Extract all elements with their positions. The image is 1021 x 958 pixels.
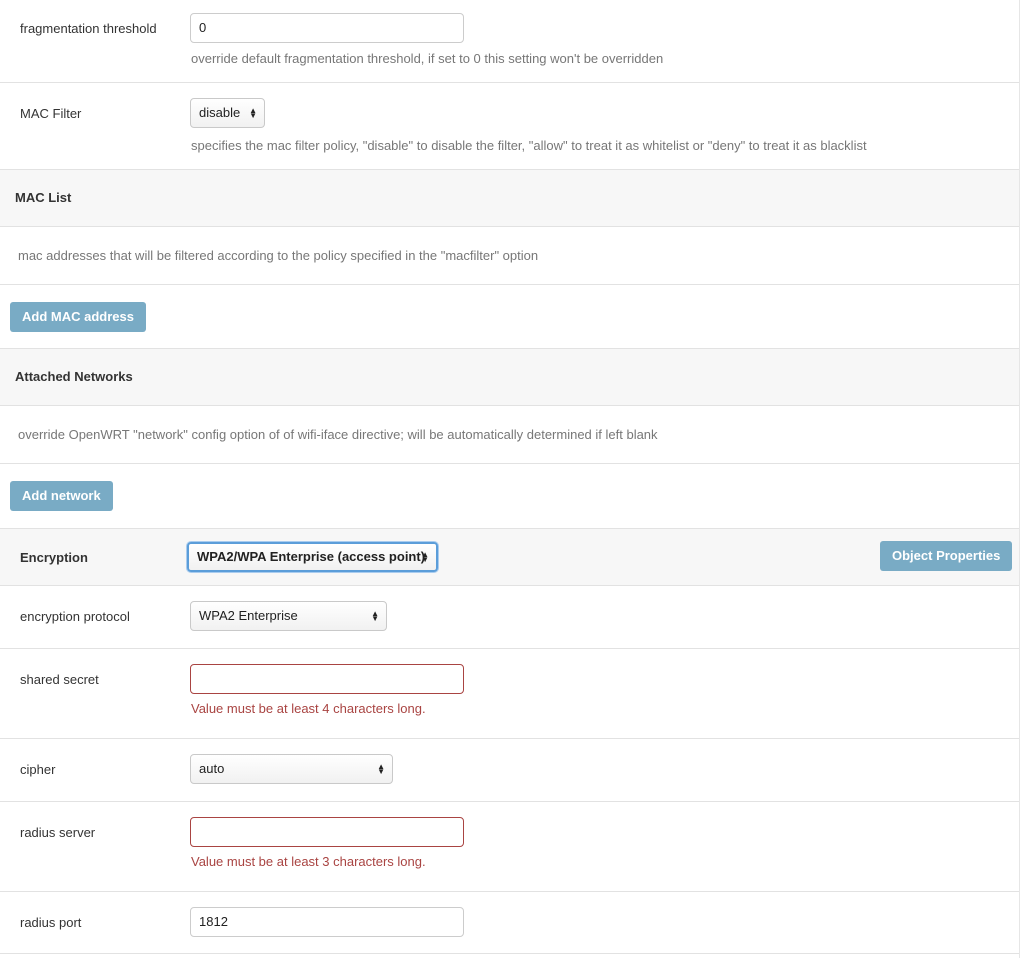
radius-port-input[interactable]: 1812	[190, 907, 464, 937]
encryption-protocol-select[interactable]: WPA2 Enterprise ▲ ▼	[190, 601, 387, 631]
cipher-value: auto	[199, 761, 225, 776]
select-arrows-icon: ▲ ▼	[371, 609, 379, 623]
select-arrows-icon: ▲ ▼	[377, 762, 385, 776]
attached-networks-help: override OpenWRT "network" config option…	[18, 427, 658, 442]
fragmentation-threshold-help: override default fragmentation threshold…	[191, 51, 664, 66]
mac-filter-row: MAC Filter disable ▲ ▼ specifies the mac …	[0, 83, 1019, 170]
attached-networks-add-row: Add network	[0, 464, 1019, 529]
object-properties-button[interactable]: Object Properties	[880, 541, 1013, 571]
mac-list-help-row: mac addresses that will be filtered acco…	[0, 227, 1019, 285]
mac-list-header: MAC List	[15, 190, 72, 205]
fragmentation-threshold-input[interactable]: 0	[190, 13, 464, 43]
form-page: fragmentation threshold 0 override defau…	[0, 0, 1020, 958]
radius-server-label: radius server	[20, 825, 96, 840]
radius-port-label: radius port	[20, 915, 82, 930]
encryption-value: WPA2/WPA Enterprise (access point)	[197, 549, 426, 564]
radius-port-row: radius port 1812	[0, 892, 1019, 954]
cipher-label: cipher	[20, 762, 56, 777]
mac-list-header-row: MAC List	[0, 170, 1019, 227]
mac-list-help: mac addresses that will be filtered acco…	[18, 248, 539, 263]
cipher-select[interactable]: auto ▲ ▼	[190, 754, 393, 784]
radius-server-row: radius server Value must be at least 3 c…	[0, 802, 1019, 892]
fragmentation-threshold-label: fragmentation threshold	[20, 21, 157, 36]
mac-filter-help: specifies the mac filter policy, "disabl…	[191, 138, 867, 153]
mac-filter-select[interactable]: disable ▲ ▼	[190, 98, 265, 128]
encryption-label: Encryption	[20, 550, 88, 565]
shared-secret-row: shared secret Value must be at least 4 c…	[0, 649, 1019, 739]
radius-server-input[interactable]	[190, 817, 464, 847]
encryption-row: Encryption WPA2/WPA Enterprise (access p…	[0, 529, 1019, 586]
attached-networks-header: Attached Networks	[15, 369, 133, 384]
attached-networks-header-row: Attached Networks	[0, 349, 1019, 406]
shared-secret-input[interactable]	[190, 664, 464, 694]
radius-server-error: Value must be at least 3 characters long…	[191, 854, 426, 869]
encryption-protocol-label: encryption protocol	[20, 609, 130, 624]
shared-secret-error: Value must be at least 4 characters long…	[191, 701, 426, 716]
fragmentation-threshold-row: fragmentation threshold 0 override defau…	[0, 0, 1019, 83]
shared-secret-label: shared secret	[20, 672, 99, 687]
add-mac-address-button[interactable]: Add MAC address	[10, 302, 146, 332]
add-network-button[interactable]: Add network	[10, 481, 113, 511]
mac-list-add-row: Add MAC address	[0, 285, 1019, 349]
encryption-select[interactable]: WPA2/WPA Enterprise (access point) ▲ ▼	[187, 542, 438, 572]
encryption-protocol-row: encryption protocol WPA2 Enterprise ▲ ▼	[0, 586, 1019, 649]
select-arrows-icon: ▲ ▼	[249, 106, 257, 120]
mac-filter-label: MAC Filter	[20, 106, 82, 121]
attached-networks-help-row: override OpenWRT "network" config option…	[0, 406, 1019, 464]
select-arrows-icon: ▲ ▼	[421, 550, 429, 564]
encryption-protocol-value: WPA2 Enterprise	[199, 608, 298, 623]
cipher-row: cipher auto ▲ ▼	[0, 739, 1019, 802]
mac-filter-value: disable	[199, 105, 241, 120]
